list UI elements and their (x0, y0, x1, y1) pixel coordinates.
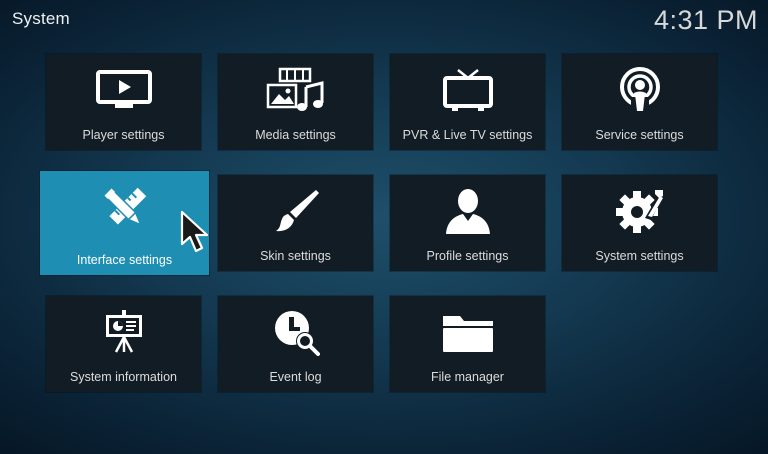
tile-label: Skin settings (260, 249, 331, 263)
tile-label: Media settings (255, 128, 336, 142)
podcast-icon (562, 66, 717, 114)
tile-event-log[interactable]: Event log (218, 296, 373, 392)
tile-label: Profile settings (426, 249, 509, 263)
tile-label: System settings (595, 249, 684, 263)
tile-label: Service settings (595, 128, 684, 142)
tile-label: Player settings (82, 128, 165, 142)
user-icon (390, 187, 545, 235)
tile-label: Event log (269, 370, 322, 384)
tv-icon (390, 66, 545, 114)
tile-service-settings[interactable]: Service settings (562, 54, 717, 150)
paintbrush-icon (218, 187, 373, 235)
folder-icon (390, 308, 545, 356)
gear-wrench-icon (562, 187, 717, 235)
tile-file-manager[interactable]: File manager (390, 296, 545, 392)
tile-pvr-live-tv-settings[interactable]: PVR & Live TV settings (390, 54, 545, 150)
media-icon (218, 66, 373, 114)
page-title: System (12, 9, 70, 28)
tile-profile-settings[interactable]: Profile settings (390, 175, 545, 271)
tile-label: File manager (431, 370, 504, 384)
tile-skin-settings[interactable]: Skin settings (218, 175, 373, 271)
mouse-pointer-icon (180, 210, 210, 259)
tile-label: PVR & Live TV settings (402, 128, 533, 142)
tile-player-settings[interactable]: Player settings (46, 54, 201, 150)
clock-search-icon (218, 308, 373, 356)
presentation-icon (46, 308, 201, 356)
monitor-play-icon (46, 66, 201, 114)
tile-label: System information (70, 370, 177, 384)
tile-system-settings[interactable]: System settings (562, 175, 717, 271)
tile-system-information[interactable]: System information (46, 296, 201, 392)
tile-media-settings[interactable]: Media settings (218, 54, 373, 150)
clock: 4:31 PM (653, 5, 758, 35)
